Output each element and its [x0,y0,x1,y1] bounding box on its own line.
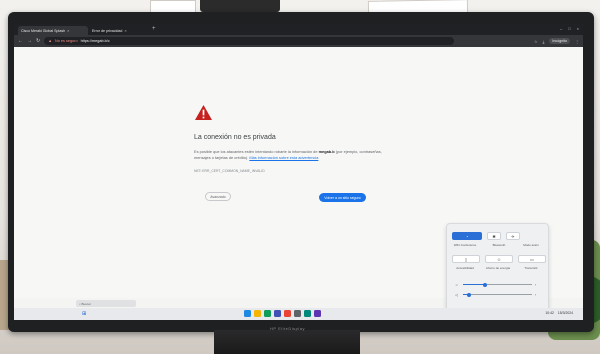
photo-background: HP EliteDisplay Cisco Meraki Global Spla… [0,0,600,354]
slider-knob[interactable] [483,282,488,287]
minimize-icon[interactable]: – [560,26,562,31]
search-placeholder: Buscar [81,301,91,306]
system-tray: 10:42 15/3/2024 [545,311,573,315]
taskbar-app-icon[interactable] [314,310,321,317]
brightness-slider[interactable]: ☼ › [455,282,541,287]
warning-triangle-icon [195,104,212,121]
tray-date[interactable]: 15/3/2024 [558,311,573,315]
error-code[interactable]: NET::ERR_CERT_COMMON_NAME_INVALID [194,169,265,173]
tray-time[interactable]: 10:42 [545,311,554,315]
slider-track[interactable] [463,282,532,287]
close-icon[interactable]: × [67,28,69,33]
bluetooth-toggle[interactable]: ✱ [487,232,501,240]
browser-toolbar: ← → ↻ ▲ No es seguro https://megab.b/c ☆… [14,35,583,47]
taskbar-apps [244,310,321,317]
monitor-brand: HP EliteDisplay [270,326,305,331]
profile-button[interactable]: Incógnito [549,38,570,44]
browser-tab-bar: Cisco Meraki Global Splash × Error de pr… [14,24,583,35]
qs-label: Modo avión [523,243,539,247]
error-host: megab.b [318,149,335,154]
advanced-button[interactable]: Avanzado [205,192,231,201]
slider-knob[interactable] [466,292,471,297]
menu-icon[interactable]: ⋮ [575,39,579,44]
chevron-right-icon[interactable]: › [535,293,541,297]
tab-meraki[interactable]: Cisco Meraki Global Splash × [18,26,88,35]
security-label[interactable]: No es seguro [55,39,78,43]
chevron-right-icon[interactable]: › [535,283,541,287]
taskbar-app-icon[interactable] [244,310,251,317]
error-description: Es posible que los atacantes estén inten… [194,149,389,161]
url-text[interactable]: https://megab.b/c [81,39,110,43]
address-bar[interactable]: ▲ No es seguro https://megab.b/c [44,37,455,45]
cast-icon: ▭ [530,256,534,262]
qs-label: Ahorro de energía [485,266,511,270]
error-text-prefix: Es posible que los atacantes estén inten… [194,149,318,154]
taskbar: ⊞ 10:42 15/3/2024 [14,308,583,320]
back-to-safety-button[interactable]: Volver a un sitio seguro [319,193,366,202]
toolbar-right: ☆ ⤓ Incógnito ⋮ [534,38,579,44]
taskbar-app-icon[interactable] [304,310,311,317]
slider-track[interactable] [463,292,532,297]
maximize-icon[interactable]: □ [568,26,570,31]
qs-label: Bluetooth [492,243,506,247]
qs-label: Transmitir [524,266,538,270]
accessibility-icon: ☺ [496,256,502,262]
accessibility-toggle[interactable]: ☺ [485,255,513,263]
reload-icon[interactable]: ↻ [36,38,40,44]
new-tab-button[interactable]: + [152,26,156,32]
webcam [200,0,280,12]
battery-saver-toggle[interactable]: ▯ [452,255,480,263]
wifi-icon: ◔ [465,233,469,239]
search-box[interactable]: ⌕ Buscar [76,300,136,307]
quick-settings-row: ▯ ☺ ▭ [452,255,546,263]
error-page: La conexión no es privada Es posible que… [14,47,583,315]
taskbar-app-icon[interactable] [254,310,261,317]
page-title: La conexión no es privada [194,134,276,141]
airplane-icon: ✈ [511,233,515,239]
monitor-screen: Cisco Meraki Global Splash × Error de pr… [14,24,583,320]
tab-label: Error de privacidad [92,28,123,33]
taskbar-app-icon[interactable] [284,310,291,317]
taskbar-app-icon[interactable] [294,310,301,317]
quick-settings-panel: ◔ ✱ ✈ WiFi-Conference Bluetooth Modo avi… [446,223,549,315]
star-icon[interactable]: ☆ [534,39,538,44]
close-icon[interactable]: × [124,28,126,33]
bluetooth-icon: ✱ [492,233,496,239]
brightness-icon: ☼ [455,282,459,287]
cast-toggle[interactable]: ▭ [518,255,546,263]
volume-slider[interactable]: ◁ › [455,292,541,297]
monitor-stand [214,330,360,354]
download-icon[interactable]: ⤓ [543,39,545,44]
slider-fill [463,284,486,285]
learn-more-link[interactable]: Más información sobre esta advertencia [249,155,318,160]
back-icon[interactable]: ← [18,38,23,44]
airplane-toggle[interactable]: ✈ [506,232,520,240]
tab-privacy-error[interactable]: Error de privacidad × [89,26,149,35]
volume-icon: ◁ [455,292,458,297]
taskbar-app-icon[interactable] [264,310,271,317]
start-icon[interactable]: ⊞ [82,311,86,317]
wifi-toggle[interactable]: ◔ [452,232,482,240]
warning-icon[interactable]: ▲ [48,39,52,43]
close-window-icon[interactable]: × [577,26,579,31]
quick-settings-row: ◔ ✱ ✈ [452,232,520,240]
qs-label: WiFi-Conference [453,243,477,247]
tab-label: Cisco Meraki Global Splash [21,28,66,33]
taskbar-app-icon[interactable] [274,310,281,317]
window-controls: – □ × [560,26,579,31]
qs-label: Accesibilidad [456,266,474,270]
forward-icon[interactable]: → [27,38,32,44]
battery-saver-icon: ▯ [464,256,468,262]
